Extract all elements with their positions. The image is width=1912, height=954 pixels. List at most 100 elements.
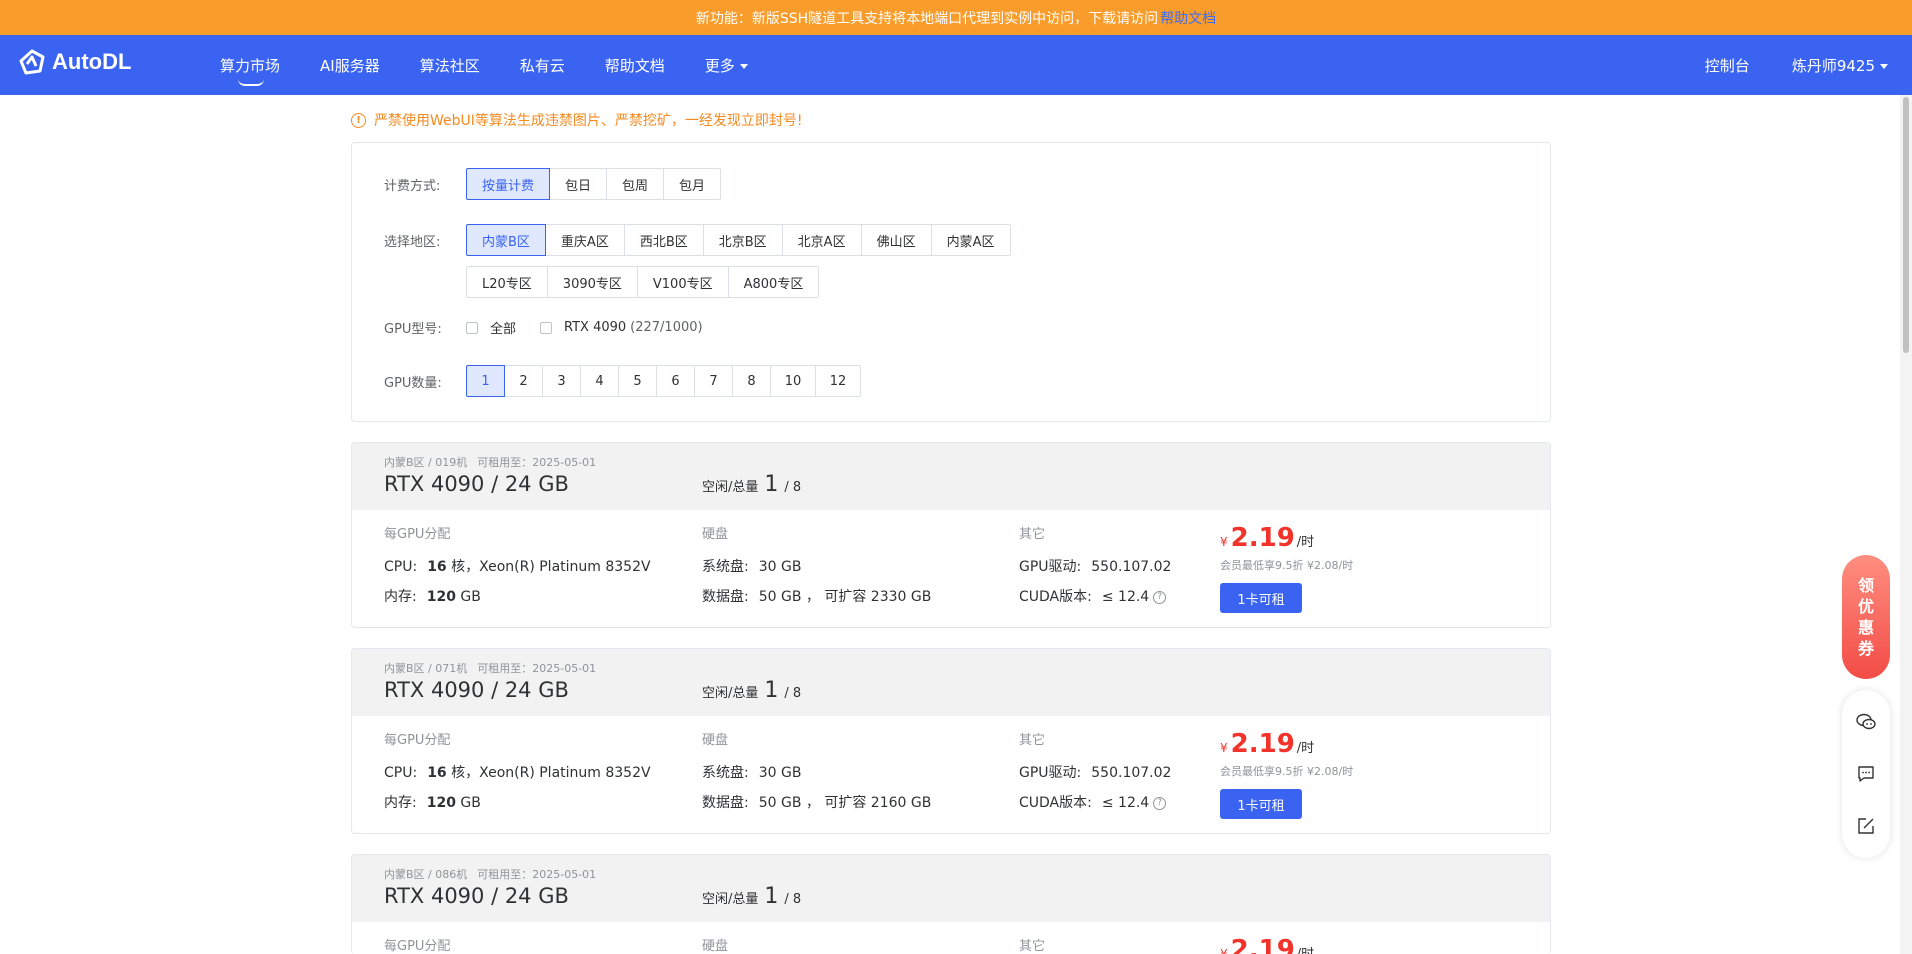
top-navbar: AutoDL 算力市场 AI服务器 算法社区 私有云 帮助文档 更多 控制台 炼… [0,35,1912,95]
other-column: 其它 GPU驱动: 550.107.02 CUDA版本: ≤ 12.4? [1019,729,1171,822]
billing-option-daily[interactable]: 包日 [549,168,608,200]
system-disk-spec: 系统盘: 30 GB [702,559,802,575]
region-special-options: L20专区 3090专区 V100专区 A800专区 [466,266,820,298]
disk-heading: 硬盘 [702,733,729,748]
cuda-spec: CUDA版本: ≤ 12.4? [1019,792,1171,812]
region-option[interactable]: A800专区 [727,266,820,298]
checkbox-icon [540,321,553,334]
machine-card: 内蒙B区 / 019机 可租用至：2025-05-01 RTX 4090 / 24… [351,442,1551,628]
warning-notice: ! 严禁使用WebUI等算法生成违禁图片、严禁挖矿，一经发现立即封号! [351,110,803,130]
region-option[interactable]: 西北B区 [623,224,704,256]
gpu-count-option[interactable]: 8 [732,365,771,397]
disk-column: 硬盘 系统盘: 30 GB 数据盘: 50 GB ， 可扩容 2160 GB [702,729,931,822]
billing-label: 计费方式: [384,178,441,194]
gpu-model-rtx4090-checkbox[interactable]: RTX 4090 (227/1000) [540,320,703,335]
gpu-count-option[interactable]: 4 [580,365,619,397]
page-scrollbar[interactable] [1900,95,1912,954]
machine-card-header: 内蒙B区 / 019机 可租用至：2025-05-01 RTX 4090 / 24… [352,443,1550,510]
billing-options: 按量计费 包日 包周 包月 [466,168,722,200]
gpu-count-option[interactable]: 2 [504,365,543,397]
gpu-model-label: GPU型号: [384,322,442,337]
gpu-count-option[interactable]: 6 [656,365,695,397]
availability-free: 1 [764,678,779,703]
region-options: 内蒙B区 重庆A区 西北B区 北京B区 北京A区 佛山区 内蒙A区 [466,224,1011,256]
data-disk-spec: 数据盘: 50 GB ， 可扩容 2160 GB [702,795,932,811]
machine-title: RTX 4090 / 24 GB [384,678,569,702]
nav-private-cloud[interactable]: 私有云 [520,55,565,76]
availability-label: 空闲/总量 [702,892,759,907]
scrollbar-thumb[interactable] [1903,97,1909,353]
banner-help-link[interactable]: 帮助文档 [1160,8,1216,28]
availability-free: 1 [764,472,779,497]
driver-spec: GPU驱动: 550.107.02 [1019,559,1172,575]
nav-more-label: 更多 [704,56,735,75]
machine-rent-until: 可租用至：2025-05-01 [477,662,597,675]
gpu-count-option[interactable]: 12 [815,365,861,397]
nav-more[interactable]: 更多 [705,55,748,76]
nav-ai-servers[interactable]: AI服务器 [320,55,380,76]
nav-algorithm-community[interactable]: 算法社区 [420,55,480,76]
gpu-count-option[interactable]: 3 [542,365,581,397]
gpu-count-option[interactable]: 7 [694,365,733,397]
region-option[interactable]: 3090专区 [546,266,638,298]
gpu-model-name: RTX 4090 [564,320,627,335]
region-option[interactable]: 北京A区 [781,224,862,256]
checkbox-icon [466,321,478,334]
member-discount: 会员最低享9.5折 ¥2.08/时 [1220,765,1354,778]
region-option[interactable]: 重庆A区 [544,224,625,256]
region-option[interactable]: 佛山区 [860,224,932,256]
user-name: 炼丹师9425 [1791,56,1875,75]
wechat-icon[interactable] [1855,711,1877,733]
billing-option-weekly[interactable]: 包周 [606,168,665,200]
nav-compute-market[interactable]: 算力市场 [220,55,280,86]
gpu-count-option[interactable]: 10 [770,365,816,397]
disk-heading: 硬盘 [702,939,729,954]
price-value: 2.19 [1230,729,1295,759]
gpu-count-option[interactable]: 1 [466,365,505,397]
rent-button[interactable]: 1卡可租 [1220,583,1302,613]
machine-location: 内蒙B区 / 086机 [384,868,468,881]
nav-console[interactable]: 控制台 [1705,55,1750,76]
billing-option-monthly[interactable]: 包月 [663,168,722,200]
message-icon[interactable] [1855,763,1877,785]
help-icon[interactable]: ? [1153,796,1167,810]
per-gpu-heading: 每GPU分配 [384,527,451,542]
availability-total: / 8 [784,480,802,495]
edit-icon[interactable] [1855,815,1877,837]
machine-meta: 内蒙B区 / 019机 可租用至：2025-05-01 [384,454,606,470]
coupon-button[interactable]: 领 优 惠 券 [1842,555,1890,679]
main-nav: 算力市场 AI服务器 算法社区 私有云 帮助文档 更多 [220,35,788,95]
region-option[interactable]: L20专区 [466,266,548,298]
region-label: 选择地区: [384,234,441,250]
help-icon[interactable]: ? [1153,590,1167,604]
price: ¥2.19/时 [1220,935,1314,954]
caret-down-icon [739,63,748,69]
region-option[interactable]: V100专区 [636,266,729,298]
billing-option-pay-as-you-go[interactable]: 按量计费 [466,168,551,200]
gpu-model-all-checkbox[interactable]: 全部 [466,318,516,337]
side-toolbar [1842,690,1890,858]
other-heading: 其它 [1019,733,1046,748]
other-heading: 其它 [1019,527,1046,542]
user-menu[interactable]: 炼丹师9425 [1792,55,1888,76]
availability-total: / 8 [784,686,802,701]
gpu-model-all-label: 全部 [490,322,517,337]
availability-label: 空闲/总量 [702,480,759,495]
gpu-count-option[interactable]: 5 [618,365,657,397]
nav-help-docs[interactable]: 帮助文档 [605,55,665,76]
machine-card-header: 内蒙B区 / 071机 可租用至：2025-05-01 RTX 4090 / 24… [352,649,1550,716]
brand-logo[interactable]: AutoDL [18,49,131,75]
memory-spec: 内存: 120 GB [384,589,481,605]
driver-spec: GPU驱动: 550.107.02 [1019,765,1172,781]
region-row: 选择地区: 内蒙B区 重庆A区 西北B区 北京B区 北京A区 佛山区 内蒙A区 [384,224,1011,256]
region-option[interactable]: 北京B区 [702,224,783,256]
cpu-spec: CPU: 16 核，Xeon(R) Platinum 8352V [384,559,651,575]
nav-right: 控制台 炼丹师9425 [1705,35,1888,95]
machine-title: RTX 4090 / 24 GB [384,884,569,908]
member-discount: 会员最低享9.5折 ¥2.08/时 [1220,559,1354,572]
region-option[interactable]: 内蒙A区 [930,224,1011,256]
memory-spec: 内存: 120 GB [384,795,481,811]
rent-button[interactable]: 1卡可租 [1220,789,1302,819]
brand-name: AutoDL [52,49,132,74]
region-option[interactable]: 内蒙B区 [466,224,546,256]
